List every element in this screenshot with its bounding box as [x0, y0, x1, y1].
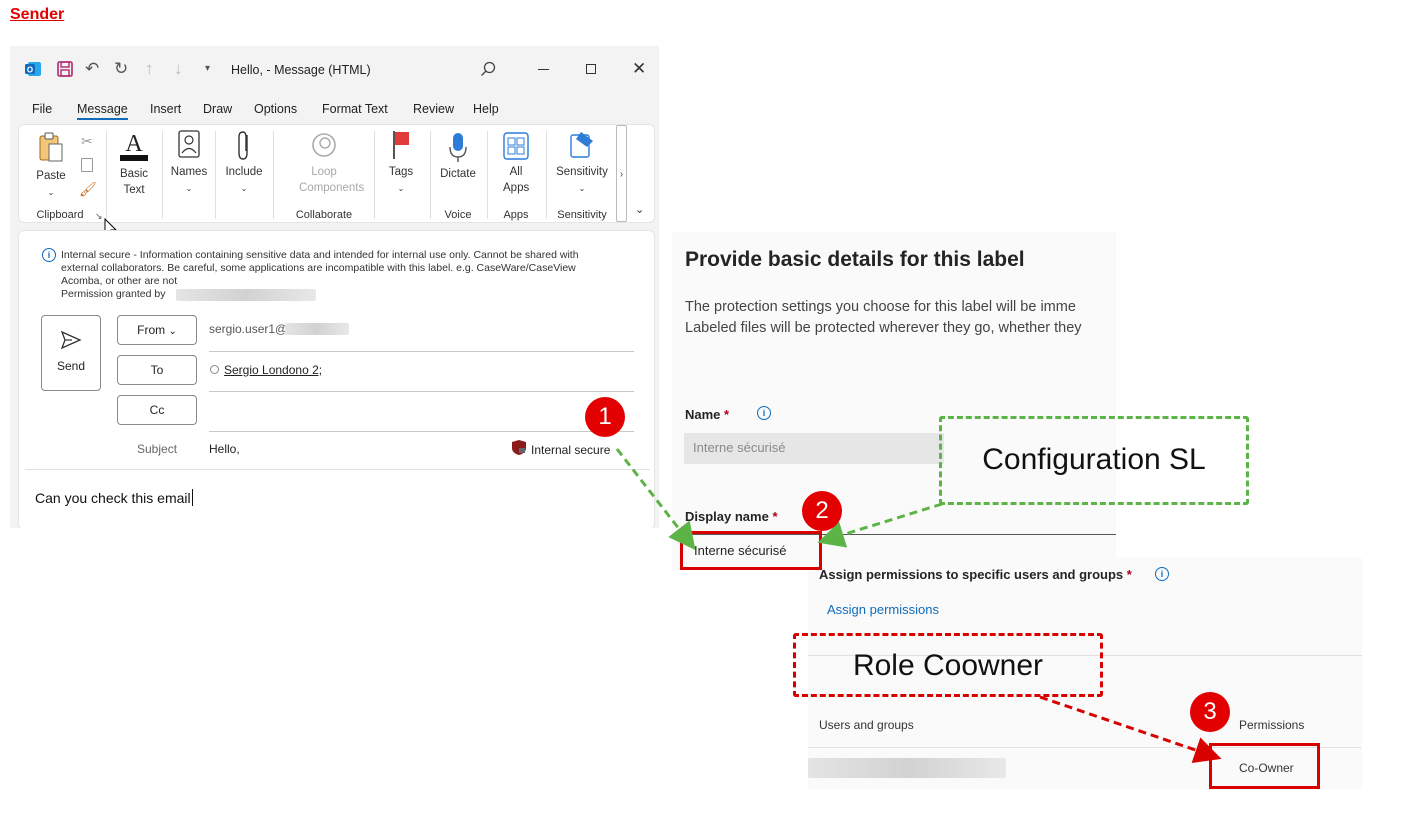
step-1-marker: 1 [585, 397, 625, 437]
arrow-config-to-display-name [817, 502, 943, 548]
step-3-marker: 3 [1190, 692, 1230, 732]
arrow-role-to-co-owner [1039, 695, 1222, 763]
step-2-marker: 2 [802, 491, 842, 531]
arrow-sensitivity-to-display-name [615, 448, 696, 551]
